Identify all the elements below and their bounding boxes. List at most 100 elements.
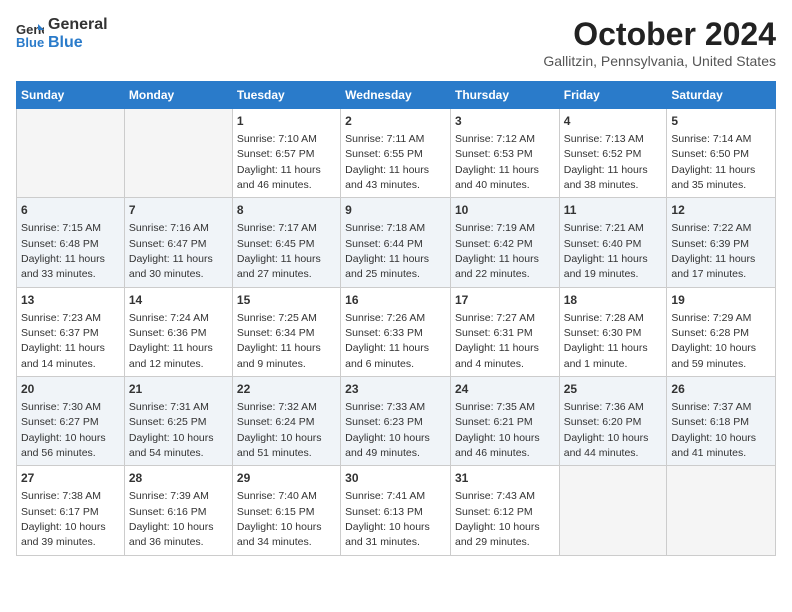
- day-info: Sunrise: 7:27 AMSunset: 6:31 PMDaylight:…: [455, 312, 539, 370]
- day-number: 13: [21, 292, 120, 309]
- day-info: Sunrise: 7:23 AMSunset: 6:37 PMDaylight:…: [21, 312, 105, 370]
- calendar-day-cell: 25 Sunrise: 7:36 AMSunset: 6:20 PMDayligh…: [559, 377, 667, 466]
- logo-icon: General Blue: [16, 20, 44, 48]
- logo-line1: General: [48, 16, 108, 34]
- day-number: 18: [564, 292, 663, 309]
- calendar-day-cell: 28 Sunrise: 7:39 AMSunset: 6:16 PMDayligh…: [124, 466, 232, 555]
- calendar-day-cell: 17 Sunrise: 7:27 AMSunset: 6:31 PMDayligh…: [450, 287, 559, 376]
- calendar-day-cell: 16 Sunrise: 7:26 AMSunset: 6:33 PMDayligh…: [341, 287, 451, 376]
- day-number: 22: [237, 381, 336, 398]
- day-info: Sunrise: 7:28 AMSunset: 6:30 PMDaylight:…: [564, 312, 648, 370]
- day-number: 23: [345, 381, 446, 398]
- day-info: Sunrise: 7:37 AMSunset: 6:18 PMDaylight:…: [671, 401, 756, 459]
- calendar-day-cell: 15Sunrise: 7:25 AMSunset: 6:34 PMDayligh…: [232, 287, 340, 376]
- calendar-header: SundayMondayTuesdayWednesdayThursdayFrid…: [17, 82, 776, 109]
- day-info: Sunrise: 7:15 AMSunset: 6:48 PMDaylight:…: [21, 222, 105, 280]
- day-number: 25: [564, 381, 663, 398]
- day-info: Sunrise: 7:40 AMSunset: 6:15 PMDaylight:…: [237, 490, 322, 548]
- calendar-day-cell: 5Sunrise: 7:14 AMSunset: 6:50 PMDaylight…: [667, 109, 776, 198]
- day-info: Sunrise: 7:26 AMSunset: 6:33 PMDaylight:…: [345, 312, 429, 370]
- day-number: 10: [455, 202, 555, 219]
- calendar-table: SundayMondayTuesdayWednesdayThursdayFrid…: [16, 81, 776, 556]
- calendar-day-cell: 30Sunrise: 7:41 AMSunset: 6:13 PMDayligh…: [341, 466, 451, 555]
- day-number: 19: [671, 292, 771, 309]
- day-number: 6: [21, 202, 120, 219]
- weekday-header: Friday: [559, 82, 667, 109]
- calendar-body: 1 Sunrise: 7:10 AMSunset: 6:57 PMDaylight…: [17, 109, 776, 556]
- calendar-day-cell: 8 Sunrise: 7:17 AMSunset: 6:45 PMDaylight…: [232, 198, 340, 287]
- calendar-day-cell: 18 Sunrise: 7:28 AMSunset: 6:30 PMDayligh…: [559, 287, 667, 376]
- calendar-week-row: 6 Sunrise: 7:15 AMSunset: 6:48 PMDaylight…: [17, 198, 776, 287]
- calendar-day-cell: 29 Sunrise: 7:40 AMSunset: 6:15 PMDayligh…: [232, 466, 340, 555]
- day-info: Sunrise: 7:14 AMSunset: 6:50 PMDaylight:…: [671, 133, 755, 191]
- day-info: Sunrise: 7:36 AMSunset: 6:20 PMDaylight:…: [564, 401, 649, 459]
- day-number: 1: [237, 113, 336, 130]
- day-info: Sunrise: 7:21 AMSunset: 6:40 PMDaylight:…: [564, 222, 648, 280]
- calendar-day-cell: 2 Sunrise: 7:11 AMSunset: 6:55 PMDaylight…: [341, 109, 451, 198]
- day-info: Sunrise: 7:43 AMSunset: 6:12 PMDaylight:…: [455, 490, 540, 548]
- calendar-day-cell: 24 Sunrise: 7:35 AMSunset: 6:21 PMDayligh…: [450, 377, 559, 466]
- day-number: 3: [455, 113, 555, 130]
- day-number: 20: [21, 381, 120, 398]
- day-number: 2: [345, 113, 446, 130]
- calendar-day-cell: [667, 466, 776, 555]
- day-number: 8: [237, 202, 336, 219]
- day-number: 4: [564, 113, 663, 130]
- calendar-day-cell: 19 Sunrise: 7:29 AMSunset: 6:28 PMDayligh…: [667, 287, 776, 376]
- calendar-week-row: 1 Sunrise: 7:10 AMSunset: 6:57 PMDaylight…: [17, 109, 776, 198]
- day-number: 17: [455, 292, 555, 309]
- day-number: 21: [129, 381, 228, 398]
- day-info: Sunrise: 7:31 AMSunset: 6:25 PMDaylight:…: [129, 401, 214, 459]
- weekday-header: Saturday: [667, 82, 776, 109]
- day-number: 14: [129, 292, 228, 309]
- day-info: Sunrise: 7:11 AMSunset: 6:55 PMDaylight:…: [345, 133, 429, 191]
- logo-line2: Blue: [48, 34, 108, 52]
- day-info: Sunrise: 7:29 AMSunset: 6:28 PMDaylight:…: [671, 312, 756, 370]
- calendar-day-cell: 6 Sunrise: 7:15 AMSunset: 6:48 PMDaylight…: [17, 198, 125, 287]
- day-info: Sunrise: 7:10 AMSunset: 6:57 PMDaylight:…: [237, 133, 321, 191]
- title-block: October 2024 Gallitzin, Pennsylvania, Un…: [543, 16, 776, 69]
- day-info: Sunrise: 7:18 AMSunset: 6:44 PMDaylight:…: [345, 222, 429, 280]
- day-info: Sunrise: 7:17 AMSunset: 6:45 PMDaylight:…: [237, 222, 321, 280]
- day-info: Sunrise: 7:13 AMSunset: 6:52 PMDaylight:…: [564, 133, 648, 191]
- day-info: Sunrise: 7:38 AMSunset: 6:17 PMDaylight:…: [21, 490, 106, 548]
- day-info: Sunrise: 7:35 AMSunset: 6:21 PMDaylight:…: [455, 401, 540, 459]
- weekday-header-row: SundayMondayTuesdayWednesdayThursdayFrid…: [17, 82, 776, 109]
- calendar-day-cell: 1 Sunrise: 7:10 AMSunset: 6:57 PMDaylight…: [232, 109, 340, 198]
- calendar-day-cell: 21 Sunrise: 7:31 AMSunset: 6:25 PMDayligh…: [124, 377, 232, 466]
- day-number: 9: [345, 202, 446, 219]
- day-number: 24: [455, 381, 555, 398]
- day-number: 31: [455, 470, 555, 487]
- calendar-day-cell: 13 Sunrise: 7:23 AMSunset: 6:37 PMDayligh…: [17, 287, 125, 376]
- day-info: Sunrise: 7:33 AMSunset: 6:23 PMDaylight:…: [345, 401, 430, 459]
- calendar-day-cell: 22 Sunrise: 7:32 AMSunset: 6:24 PMDayligh…: [232, 377, 340, 466]
- calendar-day-cell: 10 Sunrise: 7:19 AMSunset: 6:42 PMDayligh…: [450, 198, 559, 287]
- day-info: Sunrise: 7:25 AMSunset: 6:34 PMDaylight:…: [237, 312, 321, 370]
- calendar-day-cell: [17, 109, 125, 198]
- calendar-day-cell: 11Sunrise: 7:21 AMSunset: 6:40 PMDayligh…: [559, 198, 667, 287]
- day-number: 28: [129, 470, 228, 487]
- weekday-header: Thursday: [450, 82, 559, 109]
- logo: General Blue General Blue: [16, 16, 108, 52]
- svg-text:Blue: Blue: [16, 35, 44, 48]
- calendar-day-cell: [559, 466, 667, 555]
- day-info: Sunrise: 7:32 AMSunset: 6:24 PMDaylight:…: [237, 401, 322, 459]
- calendar-day-cell: 14Sunrise: 7:24 AMSunset: 6:36 PMDayligh…: [124, 287, 232, 376]
- day-info: Sunrise: 7:39 AMSunset: 6:16 PMDaylight:…: [129, 490, 214, 548]
- day-number: 29: [237, 470, 336, 487]
- day-number: 27: [21, 470, 120, 487]
- day-info: Sunrise: 7:12 AMSunset: 6:53 PMDaylight:…: [455, 133, 539, 191]
- location: Gallitzin, Pennsylvania, United States: [543, 53, 776, 69]
- weekday-header: Tuesday: [232, 82, 340, 109]
- calendar-week-row: 20Sunrise: 7:30 AMSunset: 6:27 PMDayligh…: [17, 377, 776, 466]
- calendar-day-cell: 26Sunrise: 7:37 AMSunset: 6:18 PMDayligh…: [667, 377, 776, 466]
- day-info: Sunrise: 7:22 AMSunset: 6:39 PMDaylight:…: [671, 222, 755, 280]
- day-number: 12: [671, 202, 771, 219]
- calendar-day-cell: 27 Sunrise: 7:38 AMSunset: 6:17 PMDayligh…: [17, 466, 125, 555]
- day-number: 16: [345, 292, 446, 309]
- calendar-day-cell: 9 Sunrise: 7:18 AMSunset: 6:44 PMDaylight…: [341, 198, 451, 287]
- day-info: Sunrise: 7:19 AMSunset: 6:42 PMDaylight:…: [455, 222, 539, 280]
- calendar-day-cell: 7Sunrise: 7:16 AMSunset: 6:47 PMDaylight…: [124, 198, 232, 287]
- calendar-week-row: 13 Sunrise: 7:23 AMSunset: 6:37 PMDayligh…: [17, 287, 776, 376]
- weekday-header: Wednesday: [341, 82, 451, 109]
